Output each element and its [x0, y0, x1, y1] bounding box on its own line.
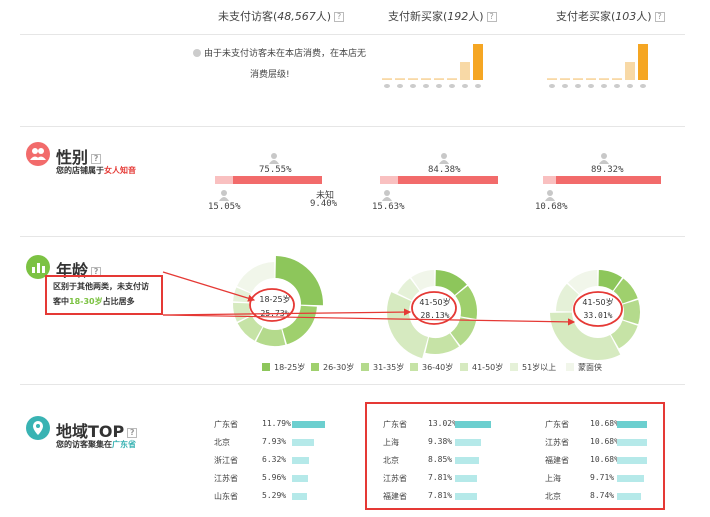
region-bar — [292, 475, 308, 482]
legend-label: 26-30岁 — [323, 363, 355, 372]
region-pct: 5.96% — [262, 473, 287, 482]
region-pct: 10.68% — [590, 455, 619, 464]
region-name: 江苏省 — [545, 438, 569, 447]
legend-item: 18-25岁 — [262, 362, 305, 373]
region-pct: 9.38% — [428, 437, 453, 446]
region-bar — [617, 439, 647, 446]
legend-label: 31-35岁 — [373, 363, 405, 372]
legend-item: 蒙面侠 — [566, 362, 602, 373]
region-bar — [455, 475, 477, 482]
region-bar — [292, 457, 309, 464]
region-name: 北京 — [383, 456, 399, 465]
legend-label: 41-50岁 — [472, 363, 504, 372]
region-pct: 8.74% — [590, 491, 615, 500]
region-name: 广东省 — [214, 420, 238, 429]
region-bar — [292, 493, 307, 500]
legend-swatch — [460, 363, 468, 371]
region-pct: 7.93% — [262, 437, 287, 446]
divider — [20, 384, 685, 385]
region-bar — [617, 421, 647, 428]
region-name: 福建省 — [383, 492, 407, 501]
region-bar — [617, 475, 644, 482]
region-name: 上海 — [383, 438, 399, 447]
help-icon[interactable]: ? — [127, 427, 138, 438]
legend-label: 18-25岁 — [274, 363, 306, 372]
region-name: 广东省 — [545, 420, 569, 429]
legend-swatch — [510, 363, 518, 371]
region-bar — [455, 457, 479, 464]
region-subtitle-highlight: 广东省 — [112, 440, 136, 449]
region-pct: 5.29% — [262, 491, 287, 500]
region-name: 福建省 — [545, 456, 569, 465]
location-pin-icon — [26, 416, 50, 440]
region-pct: 6.32% — [262, 455, 287, 464]
region-pct: 10.68% — [590, 437, 619, 446]
region-bar — [455, 421, 491, 428]
region-pct: 7.81% — [428, 473, 453, 482]
legend-item: 51岁以上 — [510, 362, 556, 373]
region-name: 上海 — [545, 474, 561, 483]
region-name: 北京 — [214, 438, 230, 447]
region-bar — [455, 439, 481, 446]
legend-label: 蒙面侠 — [578, 363, 602, 372]
region-bar — [617, 457, 647, 464]
legend-label: 51岁以上 — [522, 363, 557, 372]
region-pct: 7.81% — [428, 491, 453, 500]
legend-swatch — [361, 363, 369, 371]
legend-item: 36-40岁 — [410, 362, 453, 373]
region-name: 浙江省 — [214, 456, 238, 465]
legend-item: 26-30岁 — [311, 362, 354, 373]
region-name: 山东省 — [214, 492, 238, 501]
region-pct: 8.85% — [428, 455, 453, 464]
region-bar — [292, 421, 325, 428]
legend-swatch — [410, 363, 418, 371]
legend-label: 36-40岁 — [422, 363, 454, 372]
region-name: 江苏省 — [214, 474, 238, 483]
region-pct: 11.79% — [262, 419, 291, 428]
legend-item: 31-35岁 — [361, 362, 404, 373]
region-bar — [617, 493, 641, 500]
region-pct: 10.68% — [590, 419, 619, 428]
legend-swatch — [566, 363, 574, 371]
region-subtitle: 您的访客聚集在广东省 — [56, 439, 136, 450]
region-bar — [455, 493, 477, 500]
region-subtitle-prefix: 您的访客聚集在 — [56, 440, 112, 449]
region-pct: 13.02% — [428, 419, 457, 428]
region-bar — [292, 439, 314, 446]
region-name: 江苏省 — [383, 474, 407, 483]
region-name: 北京 — [545, 492, 561, 501]
region-name: 广东省 — [383, 420, 407, 429]
legend-swatch — [262, 363, 270, 371]
legend-item: 41-50岁 — [460, 362, 503, 373]
legend-swatch — [311, 363, 319, 371]
region-pct: 9.71% — [590, 473, 615, 482]
